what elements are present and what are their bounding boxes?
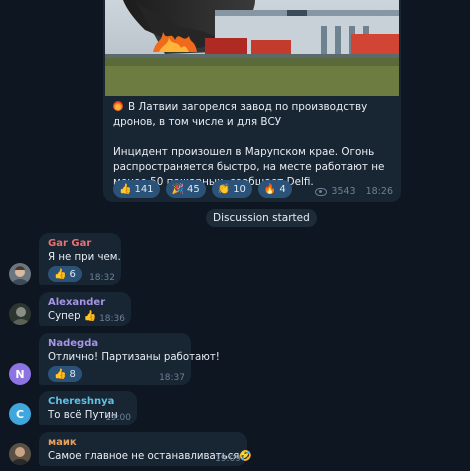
comment-time: 18:37 — [159, 373, 185, 383]
post-text: В Латвии загорелся завод по производству… — [113, 100, 395, 190]
thumbs-up-icon: 👍 — [54, 368, 67, 380]
avatar[interactable] — [9, 303, 31, 325]
comment-time: 18:36 — [99, 314, 125, 324]
reaction-fire[interactable]: 🔥 4 — [257, 180, 292, 198]
comment-text: Я не при чем. — [48, 252, 121, 263]
reaction-party-popper[interactable]: 🎉 45 — [165, 180, 206, 198]
reaction-count: 45 — [187, 183, 200, 195]
reaction-thumbs-up[interactable]: 👍 141 — [113, 180, 160, 198]
fire-icon: 🔥 — [263, 183, 277, 195]
party-popper-icon: 🎉 — [171, 183, 184, 195]
avatar[interactable] — [9, 443, 31, 465]
reaction-count: 6 — [69, 268, 76, 280]
avatar[interactable]: N — [9, 363, 31, 385]
comment-author[interactable]: Alexander — [48, 297, 105, 308]
discussion-started-label: Discussion started — [206, 209, 317, 227]
comment-reaction[interactable]: 👍 6 — [48, 266, 82, 282]
comment-reaction[interactable]: 👍 8 — [48, 366, 82, 382]
reaction-count: 141 — [134, 183, 154, 195]
comment-author[interactable]: Nadegda — [48, 338, 98, 349]
comment-text: Отлично! Партизаны работают! — [48, 352, 220, 363]
comment-time: 19:09 — [215, 454, 241, 464]
avatar[interactable]: C — [9, 403, 31, 425]
reaction-count: 4 — [279, 183, 286, 195]
eye-icon — [315, 187, 328, 196]
comment-author[interactable]: Chereshnya — [48, 396, 114, 407]
comment-time: 19:00 — [105, 413, 131, 423]
view-count: 3543 — [331, 186, 356, 197]
thumbs-up-icon: 👍 — [54, 268, 67, 280]
comment-bubble[interactable]: Alexander Супер 👍 18:36 — [39, 292, 131, 326]
comment-bubble[interactable]: маик Самое главное не останавливаться🤣 1… — [39, 432, 252, 466]
reaction-clapping-hands[interactable]: 👏 10 — [211, 180, 252, 198]
post-reactions: 👍 141 🎉 45 👏 10 🔥 4 — [113, 180, 292, 198]
comment-author[interactable]: маик — [48, 437, 77, 448]
thumbs-up-icon: 👍 — [119, 183, 132, 195]
channel-post: В Латвии загорелся завод по производству… — [103, 0, 401, 202]
comment-time: 18:32 — [89, 273, 115, 283]
clapping-hands-icon: 👏 — [217, 183, 231, 195]
avatar[interactable] — [9, 263, 31, 285]
post-headline: В Латвии загорелся завод по производству… — [113, 101, 368, 128]
comment-author[interactable]: Gar Gar — [48, 238, 91, 249]
comment-bubble[interactable]: Chereshnya То всё Путин 19:00 — [39, 391, 137, 425]
fire-icon — [113, 101, 123, 111]
post-photo[interactable] — [105, 0, 399, 96]
post-time: 18:26 — [365, 186, 393, 197]
reaction-count: 8 — [69, 368, 76, 380]
comment-bubble[interactable]: Nadegda Отлично! Партизаны работают! 👍 8… — [39, 333, 220, 385]
comment-text: Супер 👍 — [48, 311, 97, 322]
reaction-count: 10 — [233, 183, 246, 195]
comment-bubble[interactable]: Gar Gar Я не при чем. 👍 6 18:32 — [39, 233, 121, 285]
post-meta: 3543 18:26 — [315, 186, 393, 197]
